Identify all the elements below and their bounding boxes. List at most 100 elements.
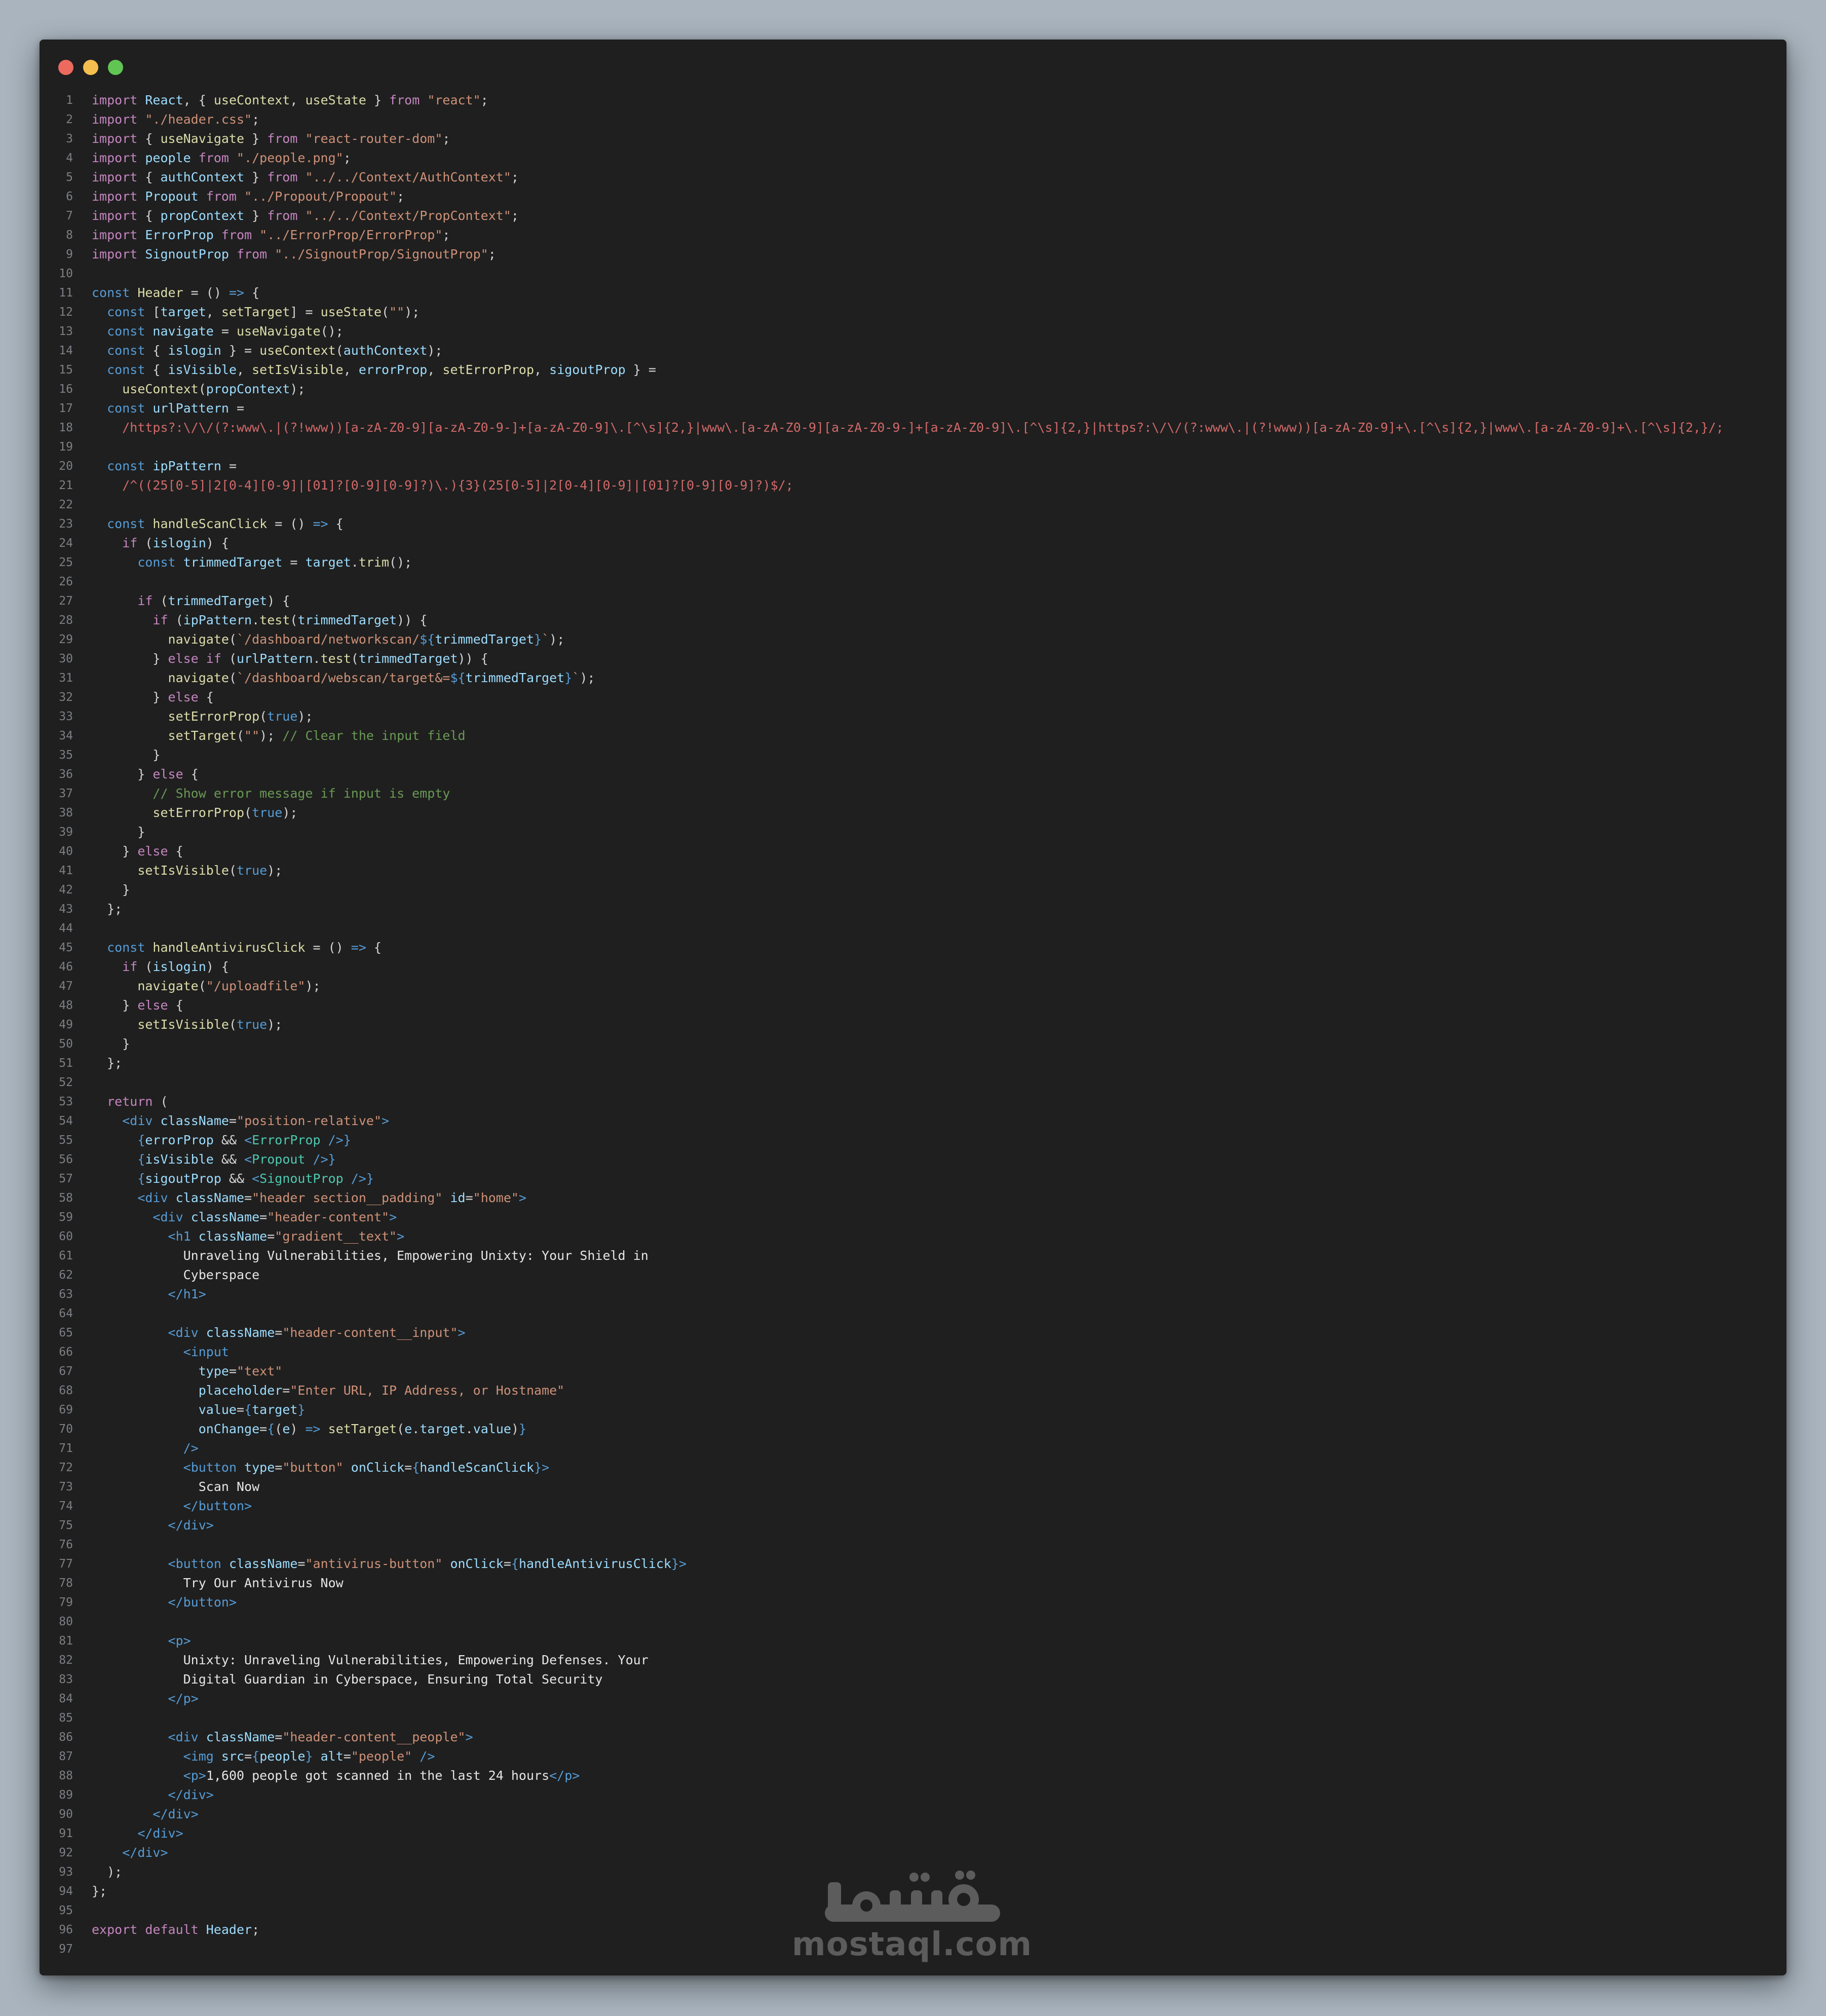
code-token: /> <box>420 1749 435 1764</box>
line-text: } else { <box>92 996 183 1015</box>
code-line: 67 type="text" <box>40 1362 1786 1381</box>
code-token: </ <box>183 1499 199 1513</box>
code-line: 13 const navigate = useNavigate(); <box>40 322 1786 341</box>
code-token: navigate <box>137 979 199 993</box>
line-text: onChange={(e) => setTarget(e.target.valu… <box>92 1420 526 1439</box>
code-token: button <box>183 1595 229 1610</box>
code-line: 5 import { authContext } from "../../Cont… <box>40 168 1786 187</box>
code-token: from <box>221 228 260 242</box>
code-token: } <box>534 632 542 647</box>
code-token: { <box>153 362 168 377</box>
code-token: (); <box>320 324 344 339</box>
code-token: < <box>252 1171 260 1186</box>
maximize-dot-icon[interactable] <box>108 60 123 75</box>
code-token: } <box>305 1749 321 1764</box>
line-text: } <box>92 1034 130 1054</box>
code-token: { <box>145 208 161 223</box>
code-token: SignoutProp <box>145 247 237 262</box>
code-token: import <box>92 189 145 204</box>
line-text: import people from "./people.png"; <box>92 148 351 168</box>
code-token: import <box>92 131 145 146</box>
line-text: <p>1,600 people got scanned in the last … <box>92 1766 580 1785</box>
code-token: > <box>191 1691 199 1706</box>
line-number: 67 <box>59 1365 73 1378</box>
code-token: const <box>107 343 153 358</box>
code-token: /https?:\/\/(?:www\.|(?!www))[a-zA-Z0-9]… <box>122 420 1724 435</box>
code-token: ( <box>160 593 168 608</box>
code-token: people <box>259 1749 306 1764</box>
code-line: 79 </button> <box>40 1593 1786 1612</box>
code-token: Unixty: Unraveling Vulnerabilities, Empo… <box>183 1653 649 1667</box>
code-token: useContext <box>213 93 290 107</box>
code-block: 1 import React, { useContext, useState } … <box>40 91 1786 1959</box>
code-token: { <box>244 285 260 300</box>
line-number: 32 <box>59 691 73 704</box>
code-token: setErrorProp <box>168 709 260 724</box>
code-token: = <box>229 1364 237 1378</box>
code-token: "react" <box>427 93 481 107</box>
code-token: = <box>465 1190 473 1205</box>
code-line: 27 if (trimmedTarget) { <box>40 591 1786 611</box>
mostaql-logo-icon <box>825 1871 1000 1922</box>
code-token: </ <box>549 1768 565 1783</box>
code-token: ( <box>160 1094 168 1109</box>
line-number: 66 <box>59 1346 73 1359</box>
line-number: 51 <box>59 1057 73 1070</box>
code-token: && <box>213 1152 245 1167</box>
code-token: . <box>351 555 359 570</box>
code-token: "../SignoutProp/SignoutProp" <box>275 247 488 262</box>
code-token: = <box>275 1460 283 1475</box>
code-token: else <box>137 844 176 858</box>
code-token: "./people.png" <box>236 151 344 165</box>
code-token: const <box>107 305 153 319</box>
code-token: const <box>107 459 153 473</box>
code-token: ; <box>252 1922 260 1937</box>
line-number: 23 <box>59 517 73 531</box>
code-token: h1 <box>175 1229 199 1244</box>
code-line: 35 } <box>40 745 1786 765</box>
code-token: < <box>168 1633 176 1648</box>
code-token: from <box>198 151 237 165</box>
line-number: 17 <box>59 402 73 415</box>
code-line: 45 const handleAntivirusClick = () => { <box>40 938 1786 957</box>
code-token: true <box>237 863 268 878</box>
line-text: /> <box>92 1439 199 1458</box>
line-number: 52 <box>59 1076 73 1089</box>
minimize-dot-icon[interactable] <box>83 60 98 75</box>
code-token: ); <box>297 709 313 724</box>
line-text: const Header = () => { <box>92 283 259 303</box>
line-text: import SignoutProp from "../SignoutProp/… <box>92 245 496 264</box>
code-token: const <box>107 362 153 377</box>
code-token: "./header.css" <box>145 112 252 127</box>
code-token: from <box>206 189 245 204</box>
line-number: 75 <box>59 1519 73 1532</box>
code-token: import <box>92 170 145 184</box>
code-token: , <box>290 93 306 107</box>
line-number: 3 <box>66 132 73 145</box>
line-number: 88 <box>59 1769 73 1782</box>
code-token: { <box>153 343 168 358</box>
code-token: ` <box>542 632 550 647</box>
close-dot-icon[interactable] <box>58 60 73 75</box>
code-token: "home" <box>473 1190 519 1205</box>
code-token: { <box>328 516 344 531</box>
code-token: ( <box>229 632 237 647</box>
code-token: } <box>92 748 161 762</box>
code-token: && <box>221 1171 252 1186</box>
code-token: from <box>236 247 275 262</box>
code-token: "" <box>389 305 405 319</box>
code-token: div <box>160 1210 191 1224</box>
line-text: }; <box>92 1882 107 1901</box>
line-text: <button className="antivirus-button" onC… <box>92 1554 687 1574</box>
line-number: 7 <box>66 209 73 222</box>
code-token: = <box>259 1422 268 1436</box>
code-token: { <box>175 998 183 1013</box>
